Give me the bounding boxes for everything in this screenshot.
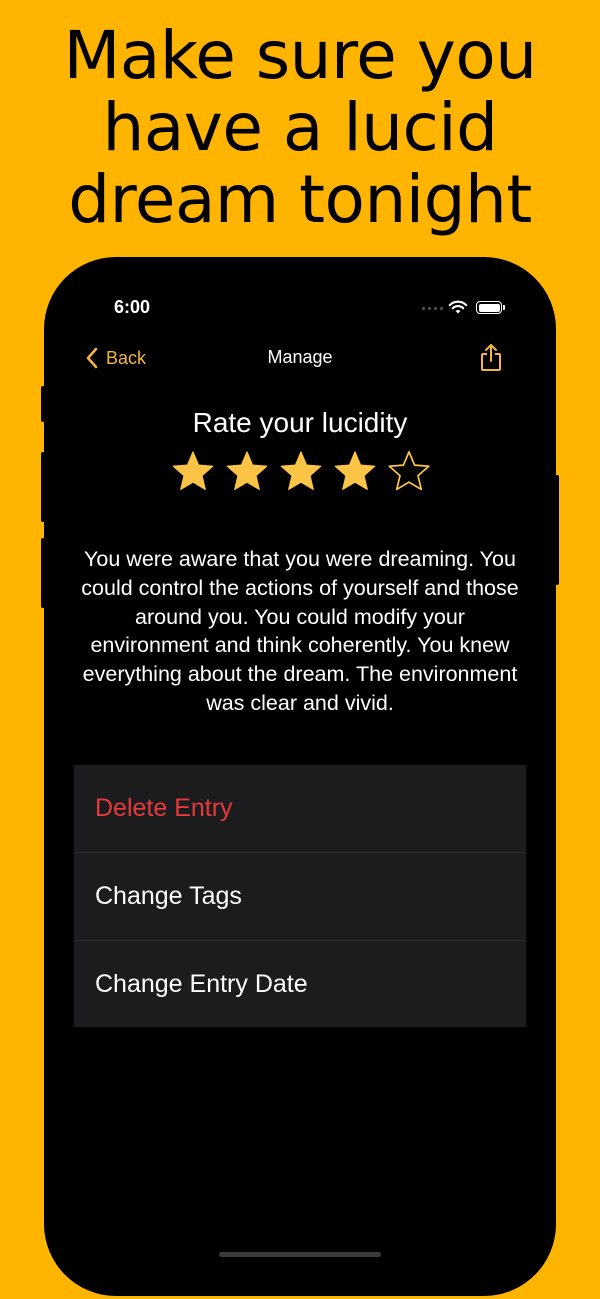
cellular-signal-icon <box>422 307 443 310</box>
status-time: 6:00 <box>114 297 151 317</box>
headline-line-1: Make sure you <box>63 17 537 94</box>
headline-line-3: dream tonight <box>68 161 532 238</box>
star-4-icon[interactable] <box>332 449 378 495</box>
change-tags-button[interactable]: Change Tags <box>74 853 526 941</box>
star-rating[interactable] <box>170 449 432 495</box>
delete-entry-button[interactable]: Delete Entry <box>74 765 526 853</box>
headline-line-2: have a lucid <box>102 89 498 166</box>
manage-options-list: Delete Entry Change Tags Change Entry Da… <box>74 765 526 1027</box>
star-1-icon[interactable] <box>170 449 216 495</box>
phone-screen: 6:00 Back Manage Rate your lucidity You … <box>44 257 556 1296</box>
star-5-icon[interactable] <box>386 449 432 495</box>
rating-title: Rate your lucidity <box>192 407 408 438</box>
status-bar: 6:00 <box>44 297 556 321</box>
lucidity-description: You were aware that you were dreaming. Y… <box>81 547 519 715</box>
wifi-icon <box>448 300 468 314</box>
promo-headline: Make sure you have a lucid dream tonight <box>0 20 600 236</box>
navigation-bar: Back Manage <box>44 343 556 373</box>
star-3-icon[interactable] <box>278 449 324 495</box>
share-icon[interactable] <box>478 343 504 373</box>
star-2-icon[interactable] <box>224 449 270 495</box>
change-entry-date-button[interactable]: Change Entry Date <box>74 941 526 1027</box>
battery-icon <box>476 301 505 314</box>
home-indicator[interactable] <box>219 1252 381 1257</box>
